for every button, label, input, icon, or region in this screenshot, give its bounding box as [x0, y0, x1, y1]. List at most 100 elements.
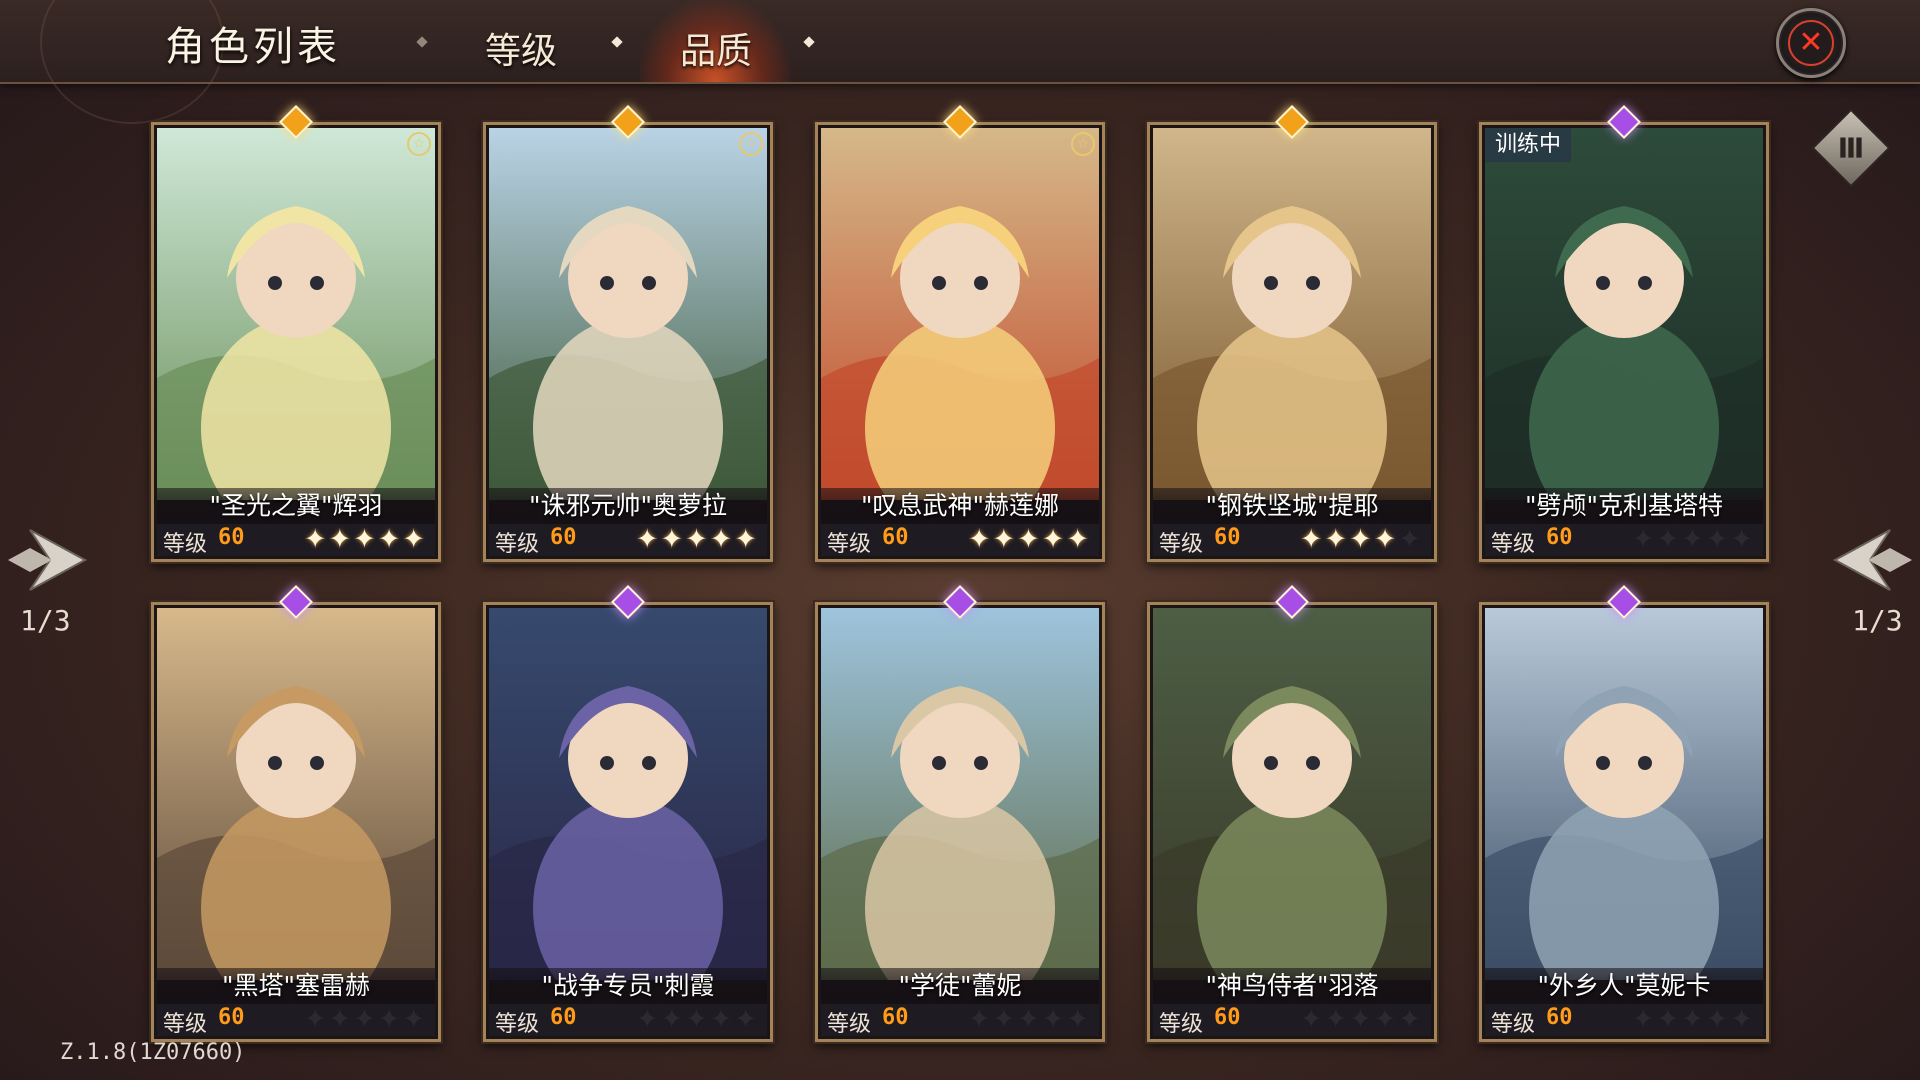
character-card[interactable]: "黑塔"塞雷赫 等级 60 ✦✦✦✦✦: [151, 585, 441, 1042]
character-name: "黑塔"塞雷赫: [157, 968, 435, 1004]
star-icon: ✦: [353, 1004, 378, 1035]
star-icon: ✦: [1041, 1004, 1067, 1035]
star-icon: ✦: [1324, 1004, 1350, 1035]
star-icon: ✦: [377, 1004, 403, 1035]
level-bar: 等级 60 ✦✦✦✦✦: [489, 524, 767, 557]
character-portrait: [1485, 128, 1763, 500]
star-icon: ✦: [1066, 1004, 1091, 1035]
star-icon: ✦: [1681, 1004, 1706, 1035]
tab-quality[interactable]: 品质: [680, 22, 752, 74]
level-label: 等级: [1491, 532, 1536, 557]
star-icon: ✦: [402, 524, 427, 555]
character-name: "战争专员"刺霞: [489, 968, 767, 1004]
star-icon: ✦: [1656, 524, 1682, 555]
level-bar: 等级 60 ✦✦✦✦✦: [489, 1004, 767, 1037]
level-bar: 等级 60 ✦✦✦✦✦: [821, 1004, 1099, 1037]
star-icon: ✦: [1373, 1004, 1399, 1035]
page-indicator-right: 1/3: [1852, 604, 1903, 637]
level-label: 等级: [495, 532, 540, 557]
level-label: 等级: [163, 532, 208, 557]
level-label: 等级: [1491, 1012, 1536, 1037]
character-card[interactable]: "外乡人"莫妮卡 等级 60 ✦✦✦✦✦: [1479, 585, 1769, 1042]
star-icon: ✦: [1656, 1004, 1682, 1035]
character-name: "圣光之翼"辉羽: [157, 488, 435, 524]
star-icon: ✦: [1349, 524, 1374, 555]
star-icon: ✦: [1349, 1004, 1374, 1035]
level-value: 60: [882, 525, 909, 550]
next-page-button[interactable]: [1830, 510, 1920, 610]
star-icon: ✦: [685, 1004, 710, 1035]
character-card[interactable]: ☆ "诛邪元帅"奥萝拉 等级 60 ✦✦✦✦✦: [483, 105, 773, 562]
tab-level[interactable]: 等级: [485, 22, 557, 74]
character-name: "外乡人"莫妮卡: [1485, 968, 1763, 1004]
star-icon: ✦: [1681, 524, 1706, 555]
star-rating: ✦✦✦✦✦: [304, 524, 427, 555]
star-icon: ✦: [635, 524, 661, 555]
star-rating: ✦✦✦✦✦: [1300, 524, 1423, 555]
character-card[interactable]: "战争专员"刺霞 等级 60 ✦✦✦✦✦: [483, 585, 773, 1042]
star-icon: ✦: [967, 524, 993, 555]
divider-diamond-icon: [611, 36, 623, 48]
star-icon: ✦: [1398, 524, 1423, 555]
star-icon: ✦: [353, 524, 378, 555]
level-value: 60: [1546, 525, 1573, 550]
star-rating: ✦✦✦✦✦: [636, 524, 759, 555]
level-label: 等级: [495, 1012, 540, 1037]
star-badge-icon: ☆: [1071, 132, 1095, 156]
star-rating: ✦✦✦✦✦: [968, 1004, 1091, 1035]
prev-arrow-icon: [8, 529, 88, 591]
character-name: "诛邪元帅"奥萝拉: [489, 488, 767, 524]
star-rating: ✦✦✦✦✦: [1632, 524, 1755, 555]
version-label: Z.1.8(1Z07660): [60, 1040, 246, 1065]
level-value: 60: [1214, 1005, 1241, 1030]
character-card[interactable]: "学徒"蕾妮 等级 60 ✦✦✦✦✦: [815, 585, 1105, 1042]
character-card[interactable]: "钢铁坚城"提耶 等级 60 ✦✦✦✦✦: [1147, 105, 1437, 562]
close-button[interactable]: ✕: [1776, 8, 1846, 78]
star-icon: ✦: [1730, 524, 1755, 555]
character-portrait: [489, 608, 767, 980]
character-name: "学徒"蕾妮: [821, 968, 1099, 1004]
star-icon: ✦: [1017, 524, 1042, 555]
level-label: 等级: [1159, 1012, 1204, 1037]
character-portrait: [157, 128, 435, 500]
star-icon: ✦: [328, 1004, 354, 1035]
star-icon: ✦: [1705, 524, 1731, 555]
star-rating: ✦✦✦✦✦: [304, 1004, 427, 1035]
level-value: 60: [218, 525, 245, 550]
character-portrait: [489, 128, 767, 500]
divider-diamond-icon: [416, 36, 428, 48]
menu-icon: Ⅲ: [1837, 131, 1865, 165]
star-icon: ✦: [1299, 1004, 1325, 1035]
top-bar: 角色列表 等级 品质 ✕: [0, 0, 1920, 124]
star-icon: ✦: [1373, 524, 1399, 555]
prev-page-button[interactable]: [0, 510, 90, 610]
character-card[interactable]: ☆ "圣光之翼"辉羽 等级 60 ✦✦✦✦✦: [151, 105, 441, 562]
level-bar: 等级 60 ✦✦✦✦✦: [1153, 524, 1431, 557]
star-icon: ✦: [1730, 1004, 1755, 1035]
character-portrait: [821, 608, 1099, 980]
star-rating: ✦✦✦✦✦: [968, 524, 1091, 555]
star-icon: ✦: [1041, 524, 1067, 555]
star-icon: ✦: [1631, 1004, 1657, 1035]
star-icon: ✦: [992, 1004, 1018, 1035]
character-card[interactable]: "神鸟侍者"羽落 等级 60 ✦✦✦✦✦: [1147, 585, 1437, 1042]
next-arrow-icon: [1832, 529, 1912, 591]
star-icon: ✦: [1631, 524, 1657, 555]
close-icon: ✕: [1788, 20, 1834, 66]
level-value: 60: [550, 1005, 577, 1030]
star-icon: ✦: [685, 524, 710, 555]
star-icon: ✦: [709, 524, 735, 555]
character-card[interactable]: 训练中 "劈颅"克利基塔特 等级 60 ✦✦✦✦✦: [1479, 105, 1769, 562]
level-label: 等级: [163, 1012, 208, 1037]
character-portrait: [1485, 608, 1763, 980]
level-bar: 等级 60 ✦✦✦✦✦: [821, 524, 1099, 557]
star-icon: ✦: [1299, 524, 1325, 555]
star-icon: ✦: [635, 1004, 661, 1035]
level-label: 等级: [1159, 532, 1204, 557]
menu-button[interactable]: Ⅲ: [1811, 108, 1891, 188]
level-value: 60: [1546, 1005, 1573, 1030]
level-bar: 等级 60 ✦✦✦✦✦: [157, 1004, 435, 1037]
star-icon: ✦: [660, 524, 686, 555]
character-card[interactable]: ☆ "叹息武神"赫莲娜 等级 60 ✦✦✦✦✦: [815, 105, 1105, 562]
character-portrait: [1153, 608, 1431, 980]
